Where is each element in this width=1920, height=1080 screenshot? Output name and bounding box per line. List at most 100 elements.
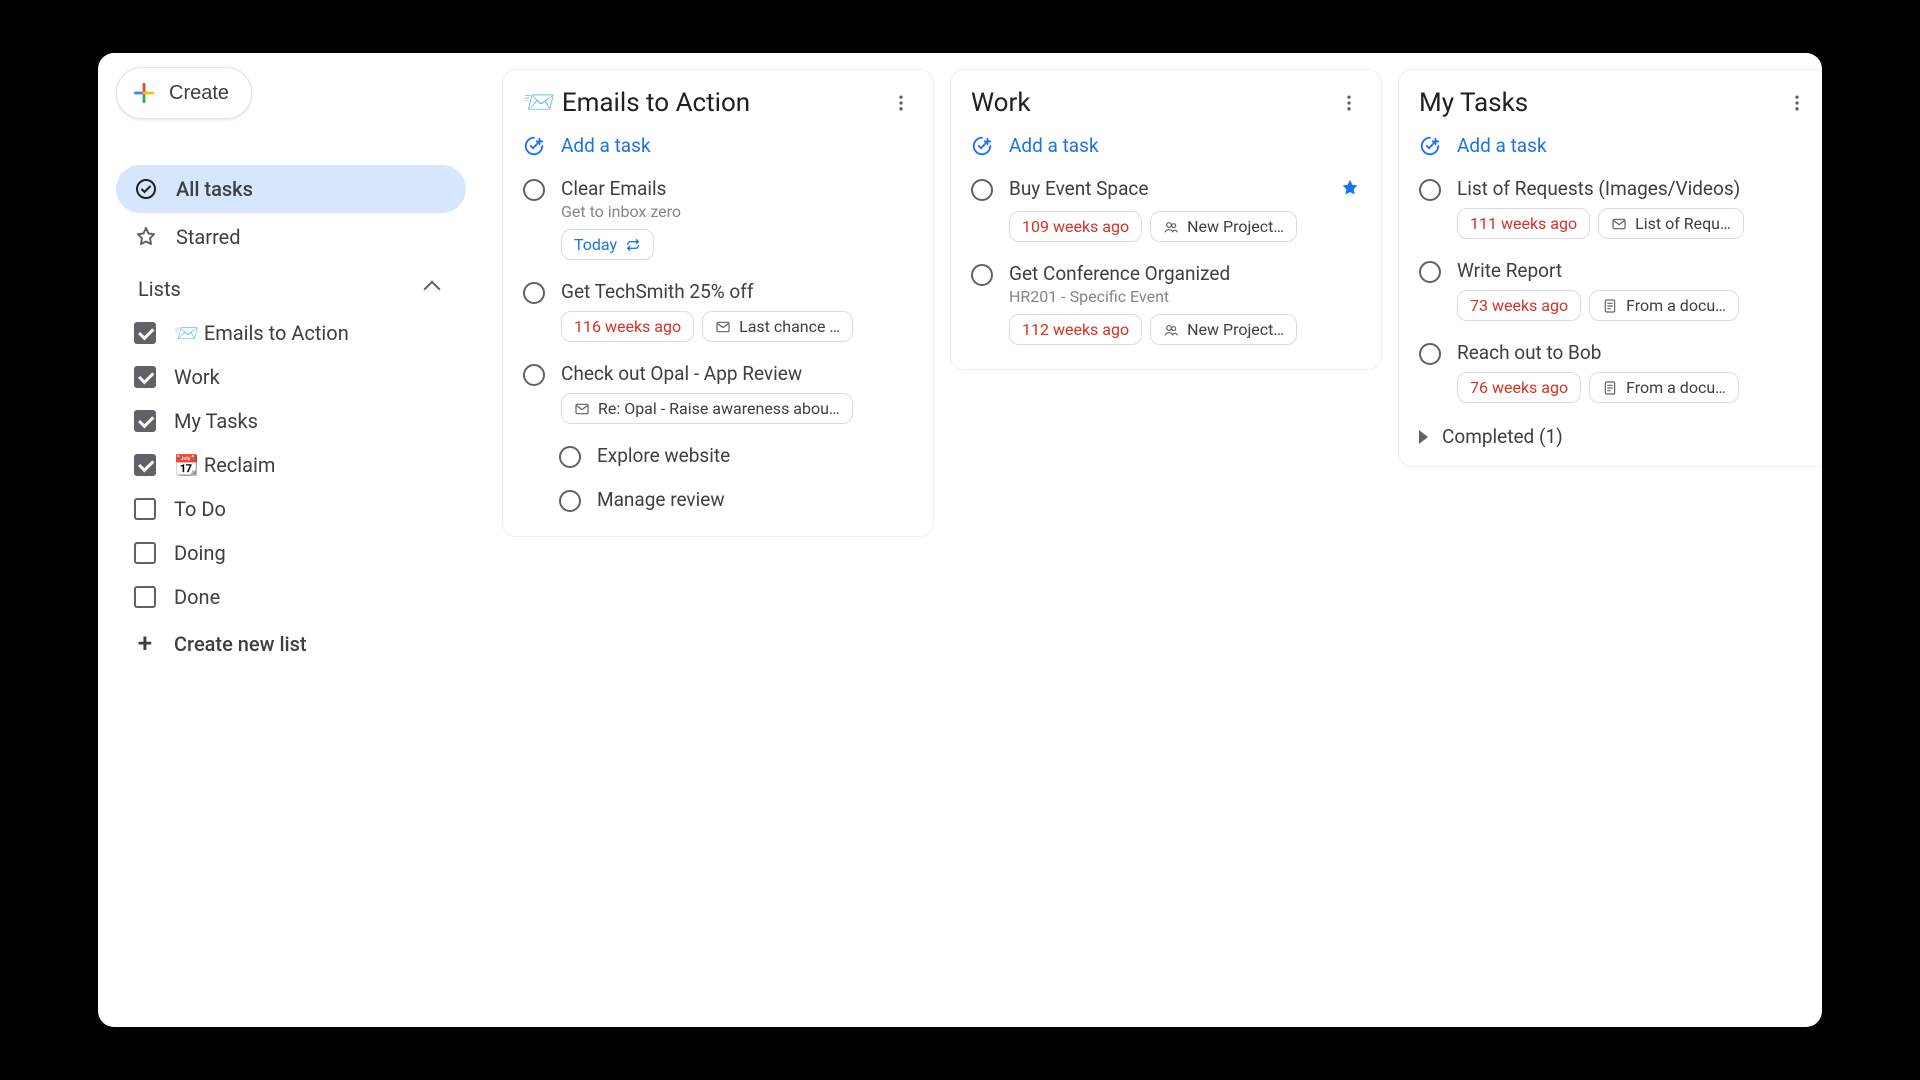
task-complete-toggle[interactable] [971,264,993,286]
task-title: Reach out to Bob [1457,341,1601,364]
task-column: 📨 Emails to Action Add a task Clear Emails… [502,69,934,537]
check-circle-icon [134,177,158,201]
task-chips: Re: Opal - Raise awareness abou… [561,393,913,424]
list-item[interactable]: 📨 Emails to Action [116,311,466,355]
task-subtitle: HR201 - Specific Event [1009,287,1361,306]
chip-text: Today [574,235,617,254]
chip-due[interactable]: 111 weeks ago [1457,208,1590,239]
task-item[interactable]: Get TechSmith 25% off 116 weeks ago Last c… [511,270,925,352]
task-body: Get TechSmith 25% off 116 weeks ago Last c… [561,280,913,342]
task-complete-toggle[interactable] [1419,261,1441,283]
chip-due[interactable]: 73 weeks ago [1457,290,1581,321]
task-complete-toggle[interactable] [559,490,581,512]
chip-doc[interactable]: From a docu… [1589,372,1739,403]
chip-due[interactable]: 116 weeks ago [561,311,694,342]
list-item[interactable]: Doing [116,531,466,575]
add-task-button[interactable]: Add a task [1407,124,1821,167]
list-item-label: Done [174,585,220,609]
add-task-label: Add a task [561,134,651,157]
checkbox[interactable] [134,410,156,432]
chip-mail[interactable]: List of Requ… [1598,208,1744,239]
chip-mail[interactable]: Last chance … [702,311,853,342]
chip-space[interactable]: New Project… [1150,314,1297,345]
task-complete-toggle[interactable] [523,179,545,201]
nav-starred[interactable]: Starred [116,213,466,261]
nav-section: All tasks Starred [116,165,466,261]
completed-label: Completed (1) [1442,425,1563,448]
chip-text: New Project… [1187,217,1284,236]
checkbox[interactable] [134,586,156,608]
checkbox[interactable] [134,498,156,520]
chip-text: 76 weeks ago [1470,378,1568,397]
task-title: Get TechSmith 25% off [561,280,753,303]
completed-toggle[interactable]: Completed (1) [1407,413,1821,452]
task-item[interactable]: Clear EmailsGet to inbox zeroToday [511,167,925,270]
list-item-label: Doing [174,541,226,565]
lists-header[interactable]: Lists [116,261,466,311]
nav-all-tasks-label: All tasks [176,177,253,201]
list-item-label: To Do [174,497,226,521]
chip-text: From a docu… [1626,296,1726,315]
star-filled-icon[interactable] [1339,177,1361,203]
nav-starred-label: Starred [176,225,241,249]
task-item[interactable]: Check out Opal - App ReviewRe: Opal - Ra… [511,352,925,434]
checkbox[interactable] [134,322,156,344]
create-button[interactable]: Create [116,67,252,119]
list-item-label: My Tasks [174,409,258,433]
chip-mail[interactable]: Re: Opal - Raise awareness abou… [561,393,853,424]
checkbox[interactable] [134,366,156,388]
checkbox[interactable] [134,454,156,476]
chip-repeat[interactable]: Today [561,229,654,260]
add-task-button[interactable]: Add a task [511,124,925,167]
task-chips: 111 weeks ago List of Requ… [1457,208,1809,239]
task-item[interactable]: Reach out to Bob 76 weeks ago From a docu… [1407,331,1821,413]
task-complete-toggle[interactable] [559,446,581,468]
more-icon[interactable] [1785,91,1809,115]
subtask-item[interactable]: Explore website [511,434,925,478]
nav-all-tasks[interactable]: All tasks [116,165,466,213]
add-task-button[interactable]: Add a task [959,124,1373,167]
list-item-label: 📆 Reclaim [174,453,275,477]
star-icon [134,225,158,249]
task-title: Clear Emails [561,177,666,200]
task-body: Check out Opal - App ReviewRe: Opal - Ra… [561,362,913,424]
task-complete-toggle[interactable] [1419,179,1441,201]
task-chips: 109 weeks ago New Project… [1009,211,1361,242]
task-title: Manage review [597,488,913,511]
caret-right-icon [1419,430,1428,444]
chip-doc[interactable]: From a docu… [1589,290,1739,321]
subtask-item[interactable]: Manage review [511,478,925,522]
task-chips: 116 weeks ago Last chance … [561,311,913,342]
task-complete-toggle[interactable] [971,179,993,201]
task-chips: 76 weeks ago From a docu… [1457,372,1809,403]
task-item[interactable]: Buy Event Space109 weeks agoNew Project… [959,167,1373,252]
task-chips: Today [561,229,913,260]
chip-due[interactable]: 112 weeks ago [1009,314,1142,345]
chip-text: From a docu… [1626,378,1726,397]
list-item-label: Work [174,365,220,389]
more-icon[interactable] [1337,91,1361,115]
column-title: 📨 Emails to Action [523,88,750,118]
chip-text: Re: Opal - Raise awareness abou… [598,399,840,418]
list-item[interactable]: Work [116,355,466,399]
task-complete-toggle[interactable] [1419,343,1441,365]
task-item[interactable]: List of Requests (Images/Videos)111 week… [1407,167,1821,249]
list-item[interactable]: To Do [116,487,466,531]
task-title: Get Conference Organized [1009,262,1230,285]
list-item[interactable]: 📆 Reclaim [116,443,466,487]
task-column: WorkAdd a taskBuy Event Space109 weeks a… [950,69,1382,370]
chip-due[interactable]: 76 weeks ago [1457,372,1581,403]
task-item[interactable]: Get Conference Organized HR201 - Specific… [959,252,1373,355]
chip-space[interactable]: New Project… [1150,211,1297,242]
create-new-list[interactable]: + Create new list [116,619,466,669]
task-item[interactable]: Write Report73 weeks agoFrom a docu… [1407,249,1821,331]
checkbox[interactable] [134,542,156,564]
list-item[interactable]: My Tasks [116,399,466,443]
columns: 📨 Emails to Action Add a task Clear Emails… [484,53,1822,1027]
task-complete-toggle[interactable] [523,282,545,304]
create-label: Create [169,82,229,105]
task-complete-toggle[interactable] [523,364,545,386]
list-item[interactable]: Done [116,575,466,619]
chip-due[interactable]: 109 weeks ago [1009,211,1142,242]
more-icon[interactable] [889,91,913,115]
